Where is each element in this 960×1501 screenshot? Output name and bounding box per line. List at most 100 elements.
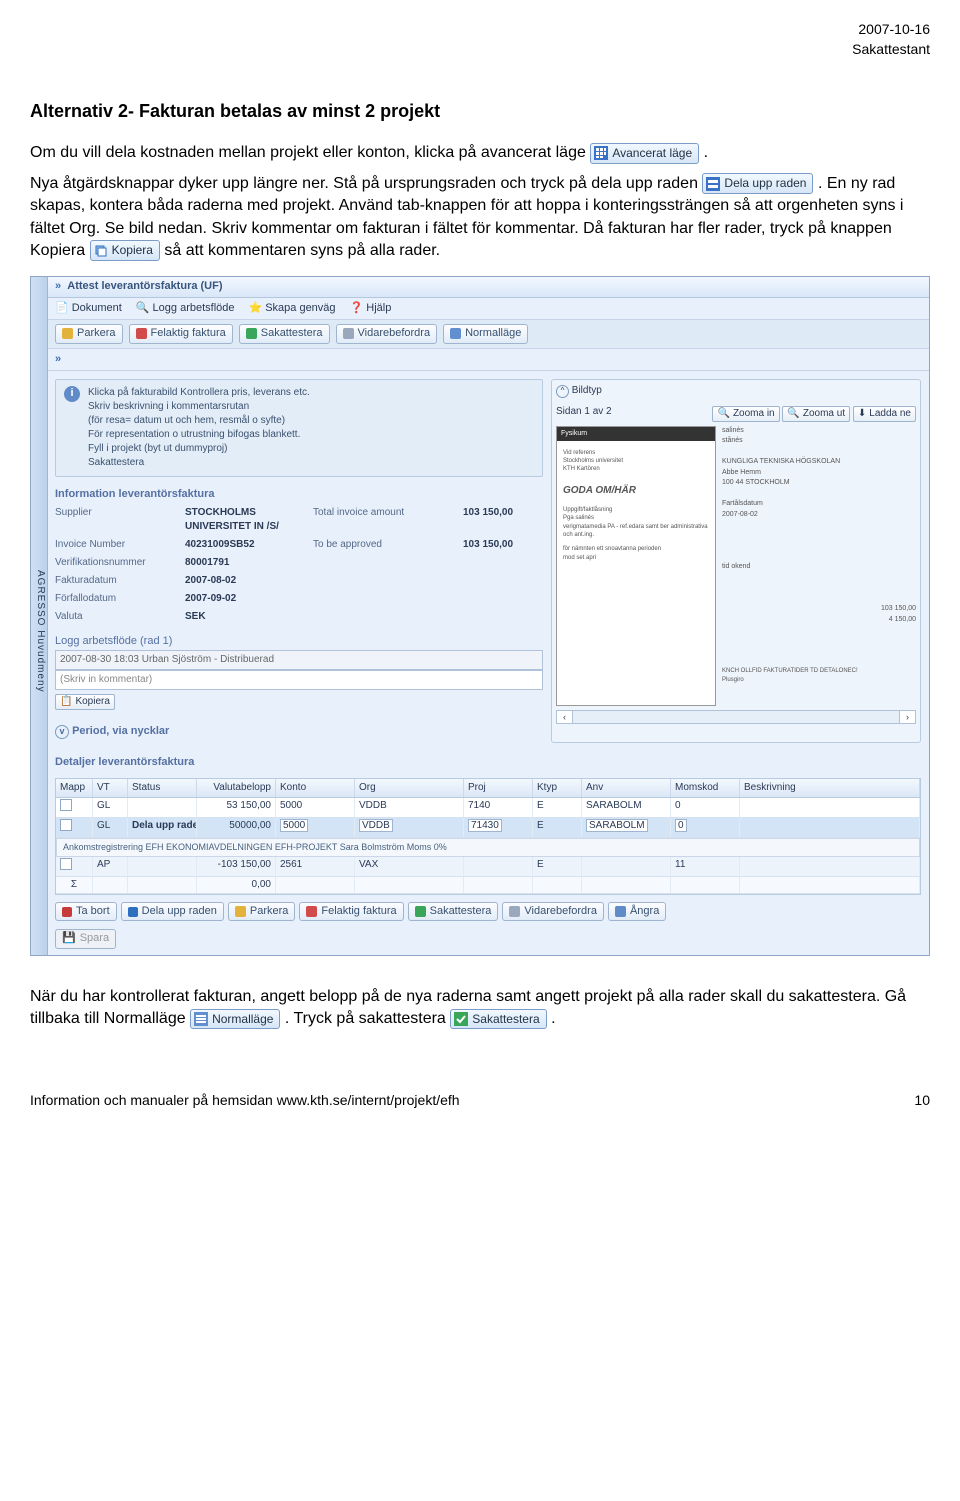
approved-value: 103 150,00 <box>463 538 543 552</box>
delete-icon <box>62 907 72 917</box>
dela-upp-raden-button[interactable]: Dela upp raden <box>702 173 813 194</box>
info-line-3: För representation o utrustning bifogas … <box>88 428 310 442</box>
row-checkbox[interactable] <box>60 858 72 870</box>
app-screenshot: AGRESSO Huvudmeny » Attest leverantörsfa… <box>30 276 930 956</box>
invoice-fields: Supplier STOCKHOLMS UNIVERSITET IN /S/ T… <box>55 506 543 624</box>
expand-icon[interactable]: » <box>55 280 61 292</box>
invoice-brand: Fysikum <box>557 427 715 441</box>
col-org: Org <box>355 779 464 797</box>
avancerat-lage-button[interactable]: Avancerat läge <box>590 143 699 164</box>
p2a: Nya åtgärdsknappar dyker upp längre ner.… <box>30 175 702 192</box>
paragraph-3: När du har kontrollerat fakturan, angett… <box>30 986 930 1031</box>
sakattestera-button-inline[interactable]: Sakattestera <box>450 1009 546 1030</box>
details-table: Mapp VT Status Valutabelopp Konto Org Pr… <box>55 778 921 895</box>
col-vt: VT <box>93 779 128 797</box>
row-checkbox[interactable] <box>60 799 72 811</box>
dela-upp-label: Dela upp raden <box>724 175 806 192</box>
valuta-value: SEK <box>185 610 303 624</box>
menu-bar: 📄Dokument 🔍Logg arbetsflöde ⭐Skapa genvä… <box>31 298 929 320</box>
doc-role: Sakattestant <box>852 41 930 57</box>
check-icon <box>454 1012 468 1026</box>
bildtyp-label: Bildtyp <box>572 385 602 396</box>
normallage-button-inline[interactable]: Normalläge <box>190 1009 280 1030</box>
page-number: 10 <box>914 1091 930 1111</box>
fdat-label: Fakturadatum <box>55 574 175 588</box>
grid-icon <box>594 146 608 160</box>
supplier-label: Supplier <box>55 506 175 534</box>
p3c: . <box>551 1010 555 1027</box>
comment-input[interactable]: (Skriv in kommentar) <box>55 670 543 690</box>
fdat-value: 2007-08-02 <box>185 574 303 588</box>
col-valutabelopp: Valutabelopp <box>197 779 276 797</box>
col-konto: Konto <box>276 779 355 797</box>
col-beskrivning: Beskrivning <box>740 779 920 797</box>
total-value: 103 150,00 <box>463 506 543 534</box>
scroll-left-icon[interactable]: ‹ <box>556 710 573 725</box>
doc-date: 2007-10-16 <box>858 21 930 37</box>
vidarebefordra-button-2[interactable]: Vidarebefordra <box>502 902 604 921</box>
zoom-out-button[interactable]: 🔍Zooma ut <box>782 406 850 422</box>
expand2-icon[interactable]: » <box>55 352 61 367</box>
info-hint-box: i Klicka på fakturabild Kontrollera pris… <box>55 379 543 477</box>
invoice-image[interactable]: Fysikum Vid referensStockholms universit… <box>556 426 716 706</box>
log-last-entry: 2007-08-30 18:03 Urban Sjöström - Distri… <box>55 650 543 670</box>
page-footer: Information och manualer på hemsidan www… <box>30 1091 930 1111</box>
table-row[interactable]: AP -103 150,00 2561 VAX E 11 <box>56 857 920 877</box>
toolbar-parkera[interactable]: Parkera <box>55 324 123 343</box>
app-title: Attest leverantörsfaktura (UF) <box>67 280 222 292</box>
ta-bort-button[interactable]: Ta bort <box>55 902 117 921</box>
app-title-bar: » Attest leverantörsfaktura (UF) <box>31 277 929 297</box>
table-row[interactable]: GL 53 150,00 5000 VDDB 7140 E SARABOLM 0 <box>56 798 920 818</box>
info-line-4: Fyll i projekt (byt ut dummyproj) <box>88 442 310 456</box>
agresso-sidebar[interactable]: AGRESSO Huvudmeny <box>31 277 48 955</box>
p1-dot: . <box>704 144 708 161</box>
table-row[interactable]: GL Dela upp raden 50000,00 5000 VDDB 714… <box>56 818 920 838</box>
dela-upp-raden-button-2[interactable]: Dela upp raden <box>121 902 224 921</box>
toolbar-normallage[interactable]: Normalläge <box>443 324 528 343</box>
row-checkbox[interactable] <box>60 819 72 831</box>
table-footbar: Ankomstregistrering EFH EKONOMIAVDELNING… <box>56 838 920 857</box>
row-action-toolbar: Ta bort Dela upp raden Parkera Felaktig … <box>31 899 929 927</box>
ver-label: Verifikationsnummer <box>55 556 175 570</box>
supplier-value: STOCKHOLMS UNIVERSITET IN /S/ <box>185 506 303 534</box>
invoice-handwritten: GODA OM/HÄR <box>563 484 709 498</box>
invnum-value: 40231009SB52 <box>185 538 303 552</box>
main-toolbar: Parkera Felaktig faktura Sakattestera Vi… <box>31 320 929 348</box>
col-mapp: Mapp <box>56 779 93 797</box>
image-viewer: ^ Bildtyp Sidan 1 av 2 🔍Zooma in 🔍Zooma … <box>551 379 921 743</box>
detaljer-heading: Detaljer leverantörsfaktura <box>55 755 929 770</box>
col-status: Status <box>128 779 197 797</box>
angra-button[interactable]: Ångra <box>608 902 666 921</box>
approved-label: To be approved <box>313 538 453 552</box>
download-button[interactable]: ⬇Ladda ne <box>853 406 916 422</box>
p1-text: Om du vill dela kostnaden mellan projekt… <box>30 144 590 161</box>
menu-hjalp[interactable]: ❓Hjälp <box>350 301 392 316</box>
footer-text: Information och manualer på hemsidan www… <box>30 1091 460 1111</box>
table-row-sum: Σ 0,00 <box>56 877 920 894</box>
kopiera-button-inline[interactable]: Kopiera <box>90 240 160 261</box>
p3b: . Tryck på sakattestera <box>285 1010 450 1027</box>
sakattestera-button-2[interactable]: Sakattestera <box>408 902 499 921</box>
spara-button[interactable]: 💾Spara <box>55 929 116 948</box>
info-line-5: Sakattestera <box>88 456 310 470</box>
paragraph-2: Nya åtgärdsknappar dyker upp längre ner.… <box>30 173 930 263</box>
info-line-2: (för resa= datum ut och hem, resmål o sy… <box>88 414 310 428</box>
toolbar-sakattestera[interactable]: Sakattestera <box>239 324 330 343</box>
menu-skapa[interactable]: ⭐Skapa genväg <box>249 301 336 316</box>
scroll-right-icon[interactable]: › <box>899 710 916 725</box>
kopiera-button[interactable]: 📋Kopiera <box>55 694 115 710</box>
ffdat-value: 2007-09-02 <box>185 592 303 606</box>
menu-dokument[interactable]: 📄Dokument <box>55 301 122 316</box>
split-icon <box>128 907 138 917</box>
kopiera-label: Kopiera <box>112 242 153 259</box>
doc-header: 2007-10-16 Sakattestant <box>30 20 930 59</box>
menu-logg[interactable]: 🔍Logg arbetsflöde <box>136 301 235 316</box>
zoom-in-button[interactable]: 🔍Zooma in <box>712 406 779 422</box>
period-section[interactable]: Period, via nycklar <box>72 725 169 737</box>
felaktig-button-2[interactable]: Felaktig faktura <box>299 902 403 921</box>
toolbar-vidarebefordra[interactable]: Vidarebefordra <box>336 324 438 343</box>
toolbar-felaktig[interactable]: Felaktig faktura <box>129 324 233 343</box>
valuta-label: Valuta <box>55 610 175 624</box>
parkera-button-2[interactable]: Parkera <box>228 902 296 921</box>
col-ktyp: Ktyp <box>533 779 582 797</box>
